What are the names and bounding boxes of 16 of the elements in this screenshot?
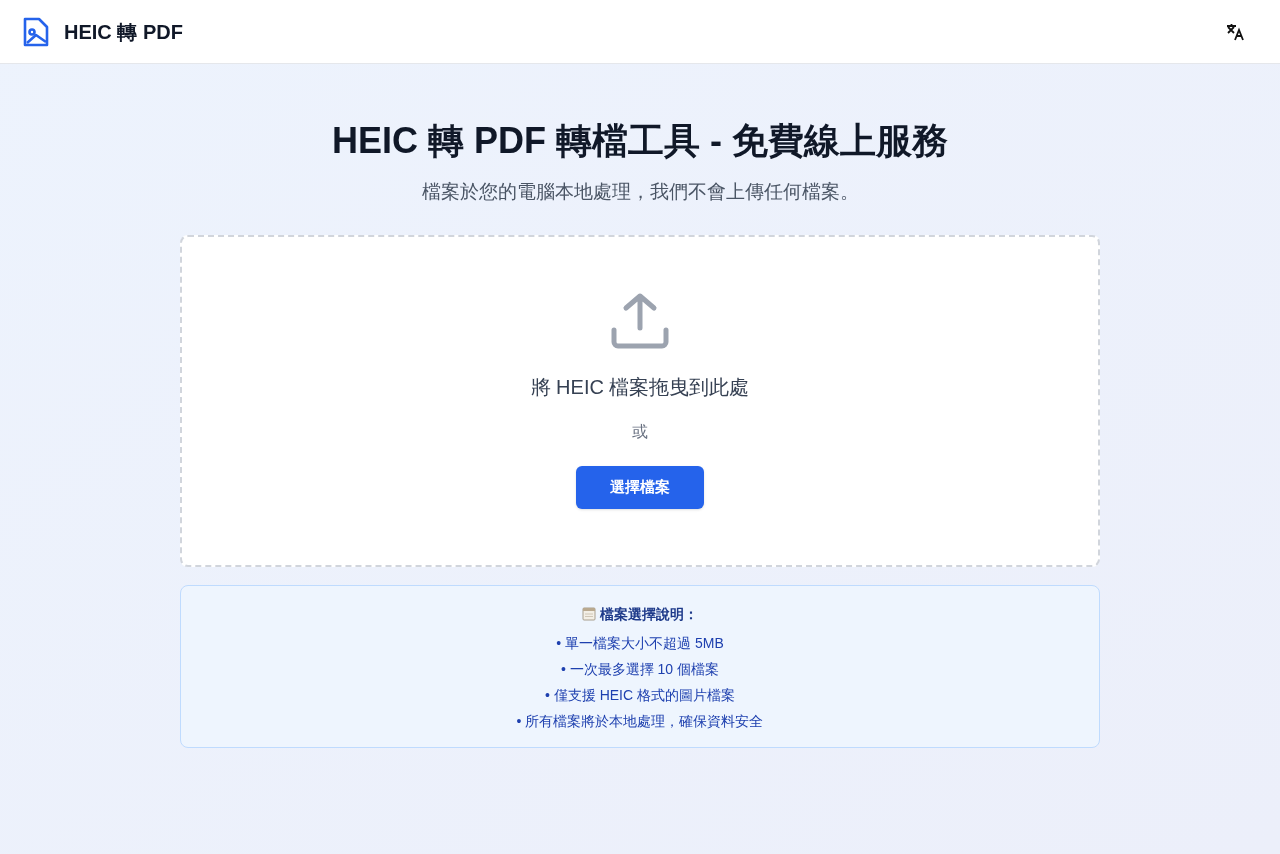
- notes-title: 檔案選擇說明：: [600, 604, 698, 624]
- note-item: • 所有檔案將於本地處理，確保資料安全: [516, 711, 764, 731]
- note-item: • 僅支援 HEIC 格式的圖片檔案: [544, 685, 735, 705]
- note-item: • 單一檔案大小不超過 5MB: [556, 633, 724, 653]
- drop-zone[interactable]: 將 HEIC 檔案拖曳到此處 或 選擇檔案: [180, 234, 1100, 567]
- upload-icon: [610, 291, 670, 350]
- drop-prompt: 將 HEIC 檔案拖曳到此處: [530, 374, 750, 400]
- choose-files-button[interactable]: 選擇檔案: [576, 465, 704, 509]
- note-item: • 一次最多選擇 10 個檔案: [560, 659, 720, 679]
- app-title: HEIC 轉 PDF: [64, 19, 183, 45]
- page-subtitle: 檔案於您的電腦本地處理，我們不會上傳任何檔案。: [421, 180, 859, 204]
- page-title: HEIC 轉 PDF 轉檔工具 - 免費線上服務: [332, 119, 948, 163]
- translate-icon[interactable]: [1226, 21, 1246, 42]
- or-separator: 或: [632, 421, 648, 442]
- notepad-icon: [582, 607, 596, 621]
- image-file-icon: [22, 15, 50, 48]
